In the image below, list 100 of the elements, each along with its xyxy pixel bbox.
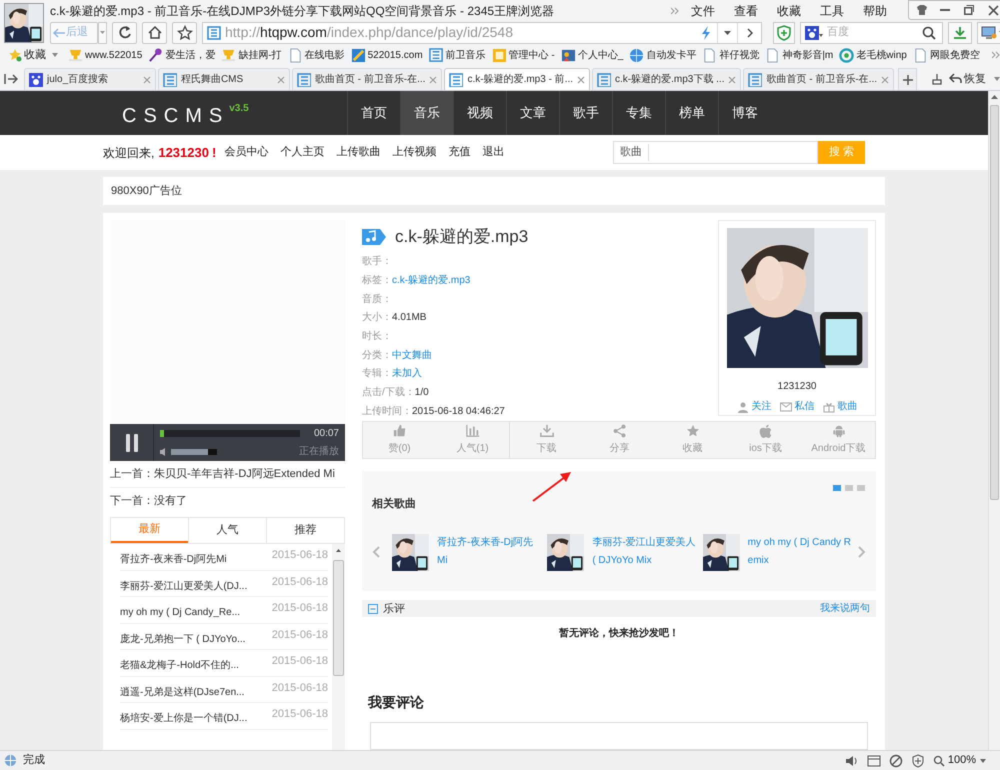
scrollbar-thumb[interactable] [333,560,344,676]
song-link[interactable]: 李丽芬-爱江山更爱美人(DJ... [120,570,272,596]
song-link[interactable]: 杨培安-爱上你是一个错(DJ... [120,703,272,728]
bookmark-link[interactable]: 缺挂网-打 [221,48,282,62]
bookmark-link[interactable]: 前卫音乐 [428,48,486,62]
uploader-link[interactable]: 歌曲 [822,399,858,414]
user-link[interactable]: 个人主页 [280,144,324,161]
block-icon[interactable] [888,754,903,768]
refresh-button[interactable] [112,22,137,44]
home-button[interactable] [142,22,167,44]
volume-track[interactable] [171,448,217,454]
song-link[interactable]: 老猫&龙梅子-Hold不住的... [120,650,272,676]
progress-track[interactable] [160,430,300,437]
user-link[interactable]: 上传歌曲 [336,144,380,161]
security-button[interactable] [773,22,795,44]
bookmark-link[interactable]: 自动发卡平 [629,48,696,62]
favorite-button[interactable] [172,22,197,44]
song-link[interactable]: 庞龙-兄弟抱一下 ( DJYoYo... [120,624,272,649]
zoom-level[interactable]: 100% [948,752,976,769]
page-icon [912,48,928,62]
comment-input[interactable] [370,722,868,750]
bookmark-link[interactable]: 在线电影 [288,48,345,62]
pin-icon[interactable] [930,73,943,85]
close-icon[interactable] [276,76,285,84]
new-tab-button[interactable] [898,68,917,90]
bookmark-link[interactable]: 爱生活，爱 [148,48,216,62]
user-link[interactable]: 上传视频 [392,144,436,161]
field-value: 1/0 [414,386,429,400]
page-indicator[interactable] [833,485,841,492]
collapse-icon[interactable] [368,604,378,614]
field-label: 专辑： [362,366,392,382]
sidebar-toggle-icon[interactable] [4,73,18,85]
address-bar[interactable]: http://htqpw.com/index.php/dance/play/id/2548 [202,22,762,44]
field-link[interactable]: 未加入 [392,366,422,382]
song-link[interactable]: 胥拉齐-夜来香-Dj阿先Mi [120,544,272,570]
favorite-icon [176,24,192,40]
list-tab[interactable]: 人气 [188,518,266,543]
bookmark-link[interactable]: 个人中心_ [560,48,624,62]
field-label: 上传时间： [362,404,412,419]
list-scrollbar[interactable] [332,544,345,750]
song-link[interactable]: my oh my ( Dj Candy_Re... [120,597,272,622]
tile-icon [350,48,366,62]
shield-icon[interactable] [910,754,925,768]
uploader-link[interactable]: 私信 [780,399,814,414]
close-icon[interactable] [577,76,586,84]
bookmark-link[interactable]: 祥仔视觉 [702,48,760,62]
uploader-link[interactable]: 关注 [736,399,772,414]
site-search-field[interactable]: 歌曲 [613,141,818,164]
close-icon[interactable] [429,76,438,84]
date-text: 2015-06-18 [272,654,328,669]
speaker-icon[interactable] [844,754,859,768]
uploader-name: 1231230 [778,380,816,394]
browser-tab[interactable]: julo_百度搜索 [24,68,156,90]
date-text: 2015-06-18 [272,574,328,590]
window-icon[interactable] [866,754,881,768]
list-tab[interactable]: 推荐 [266,518,344,543]
extensions-button[interactable] [977,22,1000,44]
download-icon [540,424,554,438]
menu-item[interactable]: 收藏 [777,2,801,20]
menu-item[interactable]: 帮助 [863,2,887,20]
caret-icon[interactable] [980,758,986,762]
close-icon[interactable] [881,76,890,84]
username: 1231230 [158,144,209,162]
page-scrollbar[interactable] [988,91,1000,750]
user-link[interactable]: 会员中心 [224,144,268,161]
bookmark-link[interactable]: 网眼免费空 [912,48,980,62]
favorites-button[interactable]: 收藏 [8,46,46,64]
browser-tab[interactable]: 歌曲首页 - 前卫音乐-在... [743,68,894,90]
browser-tab[interactable]: 歌曲首页 - 前卫音乐-在... [292,68,442,90]
restore-button[interactable]: 恢复 [948,70,986,87]
nav-link[interactable]: 音乐 [400,91,453,135]
scrollbar-thumb[interactable] [990,105,999,500]
menu-item[interactable]: 文件 [691,2,715,20]
history-dropdown[interactable] [98,22,107,44]
download-button[interactable] [948,22,972,44]
song-link[interactable]: 逍遥-兄弟是这样(DJse7en... [120,676,272,702]
user-link[interactable]: 退出 [482,144,504,161]
bookmark-link[interactable]: 老毛桃winp [839,48,907,62]
search-icon[interactable] [922,26,936,40]
field-link[interactable]: c.k-躲避的爱.mp3 [392,273,470,288]
close-icon[interactable] [728,76,736,84]
caret-icon[interactable] [52,53,58,57]
browser-tab[interactable]: 程氏舞曲CMS [158,68,290,90]
field-link[interactable]: 中文舞曲 [392,348,432,363]
bookmark-link[interactable]: 管理中心 - [492,48,555,62]
site-icon [597,72,612,86]
caret-icon[interactable] [994,77,1000,81]
more-icon[interactable] [992,51,1000,59]
zoom-icon[interactable] [932,754,945,766]
menu-item[interactable]: 查看 [734,2,758,20]
menu-item[interactable]: 工具 [820,2,844,20]
bookmark-link[interactable]: www.522015 [68,48,142,62]
browser-tab[interactable]: c.k-躲避的爱.mp3下载 ... [592,68,742,90]
user-link[interactable]: 充值 [448,144,470,161]
bookmark-link[interactable]: 522015.com [350,48,423,62]
browser-tab[interactable]: c.k-躲避的爱.mp3 - 前... [444,68,590,90]
bookmark-link[interactable]: 神奇影音|m [765,48,834,62]
share-icon [612,424,626,438]
more-icon[interactable] [671,6,679,14]
close-icon[interactable] [142,76,151,84]
